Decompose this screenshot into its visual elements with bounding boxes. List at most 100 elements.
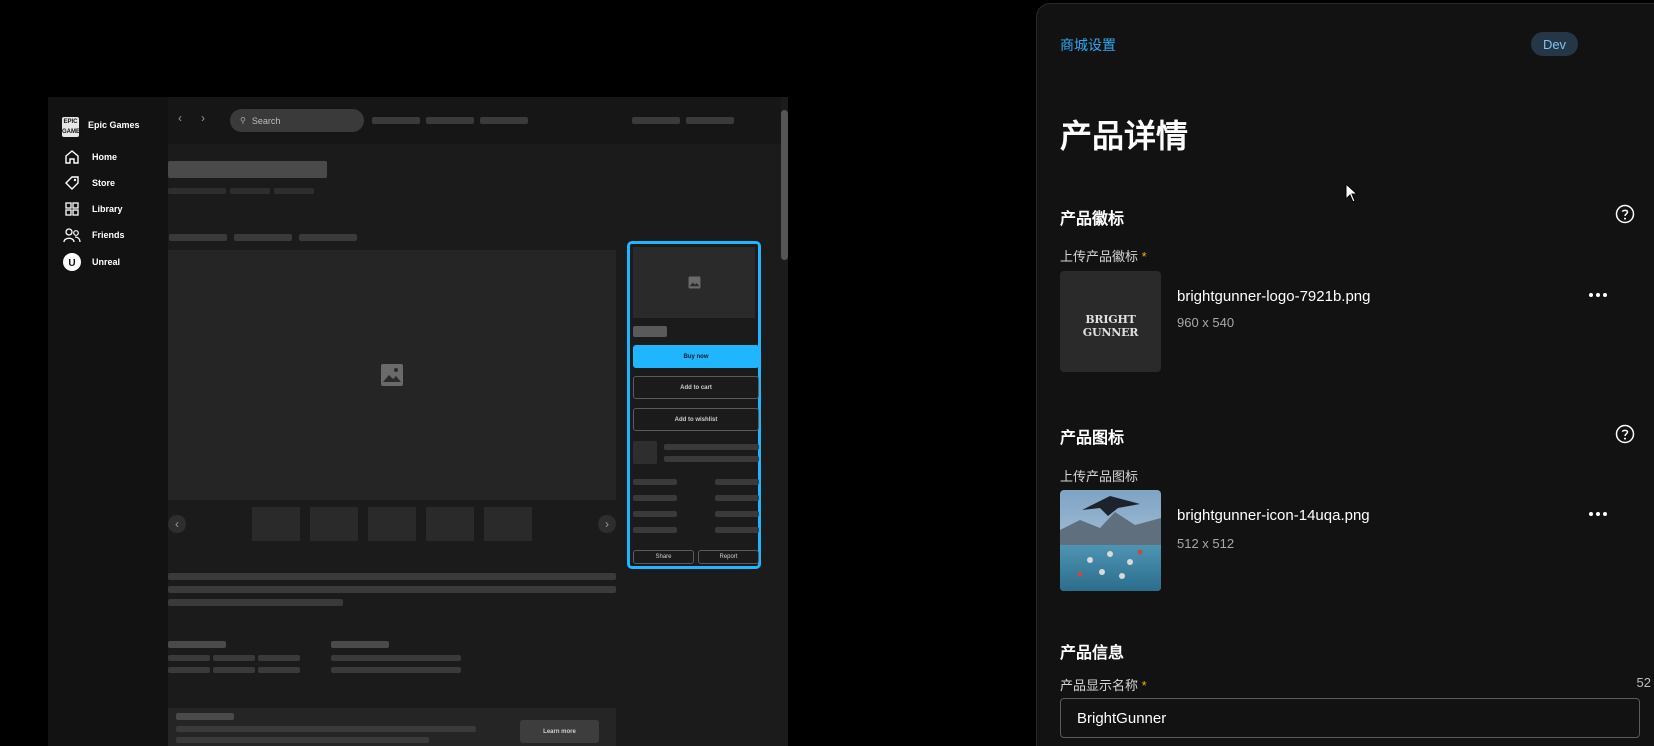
more-options-icon[interactable]	[1588, 510, 1608, 518]
tag-icon	[62, 173, 82, 193]
game-screenshot-image	[1060, 490, 1161, 591]
skeleton-tag	[258, 655, 300, 661]
skeleton-text-line	[168, 599, 343, 606]
skeleton-heading	[331, 641, 389, 648]
skeleton-tag	[168, 667, 210, 673]
skeleton-text-line	[168, 573, 616, 580]
skeleton-nav-link	[426, 117, 474, 124]
icon-file-name: brightgunner-icon-14uqa.png	[1177, 507, 1370, 524]
skeleton-title	[168, 161, 327, 178]
skeleton-spec	[633, 479, 677, 485]
carousel-next-button[interactable]: ›	[598, 515, 616, 533]
skeleton-nav-link	[632, 117, 680, 124]
skeleton-tag	[213, 667, 255, 673]
skeleton-text-line	[664, 444, 759, 450]
skeleton-tag	[213, 655, 255, 661]
more-options-icon[interactable]	[1588, 291, 1608, 299]
product-settings-panel: 商城设置 Dev 产品详情 产品徽标 上传产品徽标 * BRIGHT GUNNE…	[1036, 3, 1654, 746]
skeleton-text-line	[168, 586, 616, 593]
skeleton-nav-link	[480, 117, 528, 124]
logo-upload-label-text: 上传产品徽标	[1060, 249, 1139, 264]
environment-badge: Dev	[1531, 32, 1578, 56]
carousel-thumb[interactable]	[484, 507, 532, 541]
nav-item-home[interactable]: Home	[62, 147, 162, 167]
svg-text:U: U	[68, 258, 75, 269]
display-name-input[interactable]: BrightGunner	[1060, 698, 1640, 738]
report-button[interactable]: Report	[698, 550, 759, 564]
skeleton-spec	[633, 511, 677, 517]
scrollbar-thumb[interactable]	[781, 110, 788, 260]
help-icon[interactable]	[1615, 204, 1635, 224]
skeleton-tab	[169, 234, 227, 241]
skeleton-text-line	[331, 655, 461, 661]
page-title: 产品详情	[1060, 118, 1189, 154]
display-name-value: BrightGunner	[1077, 709, 1167, 727]
grid-icon	[62, 199, 82, 219]
add-to-cart-button[interactable]: Add to cart	[633, 376, 759, 399]
carousel-thumb[interactable]	[310, 507, 358, 541]
help-icon[interactable]	[1615, 424, 1635, 444]
skeleton-heading	[176, 713, 234, 720]
friends-icon	[62, 225, 82, 245]
skeleton-tab	[234, 234, 292, 241]
skeleton-rating	[274, 188, 314, 194]
display-name-label: 产品显示名称 *	[1060, 675, 1147, 694]
nav-label-unreal: Unreal	[92, 257, 121, 267]
skeleton-spec	[715, 527, 759, 533]
icon-thumbnail[interactable]	[1060, 490, 1161, 591]
skeleton-spec	[715, 511, 759, 517]
store-topbar: ‹ › ⚲ Search	[168, 97, 788, 144]
required-asterisk: *	[1141, 678, 1147, 693]
carousel-thumb[interactable]	[252, 507, 300, 541]
search-icon: ⚲	[240, 116, 246, 125]
add-to-wishlist-button[interactable]: Add to wishlist	[633, 408, 759, 431]
logo-section-title: 产品徽标	[1060, 211, 1125, 228]
logo-thumbnail[interactable]: BRIGHT GUNNER	[1060, 271, 1161, 372]
image-placeholder-icon	[688, 276, 701, 289]
nav-label-store: Store	[92, 178, 116, 188]
carousel-thumb[interactable]	[426, 507, 474, 541]
forward-arrow-icon[interactable]: ›	[201, 111, 205, 125]
nav-item-store[interactable]: Store	[62, 173, 162, 193]
skeleton-text-line	[176, 726, 476, 732]
icon-file-dimensions: 512 x 512	[1177, 536, 1235, 551]
breadcrumb-store-settings[interactable]: 商城设置	[1060, 35, 1116, 55]
hero-media	[168, 250, 616, 500]
nav-label-library: Library	[92, 204, 123, 214]
skeleton-price	[633, 326, 667, 337]
product-thumbnail	[633, 247, 755, 318]
skeleton-tag	[168, 655, 210, 661]
home-icon	[62, 147, 82, 167]
skeleton-heading	[168, 641, 226, 648]
epic-logo-icon: EPIC GAMES	[62, 117, 85, 137]
logo-thumbnail-text: BRIGHT GUNNER	[1082, 313, 1139, 339]
skeleton-nav-link	[686, 117, 734, 124]
logo-file-dimensions: 960 x 540	[1177, 315, 1235, 330]
carousel-prev-button[interactable]: ‹	[168, 515, 186, 533]
share-button[interactable]: Share	[633, 550, 694, 564]
image-placeholder-icon	[381, 364, 403, 386]
logo-upload-label: 上传产品徽标 *	[1060, 246, 1147, 265]
store-preview-window: EPIC GAMES Epic Games Home Store Library …	[48, 97, 788, 746]
display-name-label-text: 产品显示名称	[1060, 678, 1139, 693]
nav-item-library[interactable]: Library	[62, 199, 162, 219]
skeleton-spec	[715, 479, 759, 485]
skeleton-nav-link	[372, 117, 420, 124]
carousel-thumb[interactable]	[368, 507, 416, 541]
skeleton-spec	[633, 527, 677, 533]
nav-item-friends[interactable]: Friends	[62, 225, 162, 245]
store-search-input[interactable]: ⚲ Search	[230, 109, 364, 132]
back-arrow-icon[interactable]: ‹	[178, 111, 182, 125]
purchase-panel-highlight: Buy now Add to cart Add to wishlist Shar…	[627, 241, 761, 569]
icon-section-title: 产品图标	[1060, 430, 1125, 447]
search-placeholder: Search	[251, 115, 281, 126]
unreal-icon: U	[62, 252, 82, 272]
brand-name: Epic Games	[88, 120, 140, 130]
info-section-title: 产品信息	[1060, 645, 1125, 662]
nav-item-unreal[interactable]: U Unreal	[62, 252, 162, 272]
logo-file-name: brightgunner-logo-7921b.png	[1177, 288, 1371, 305]
buy-now-button[interactable]: Buy now	[633, 345, 759, 368]
skeleton-tab	[299, 234, 357, 241]
nav-label-home: Home	[92, 152, 118, 162]
learn-more-button[interactable]: Learn more	[520, 720, 599, 743]
